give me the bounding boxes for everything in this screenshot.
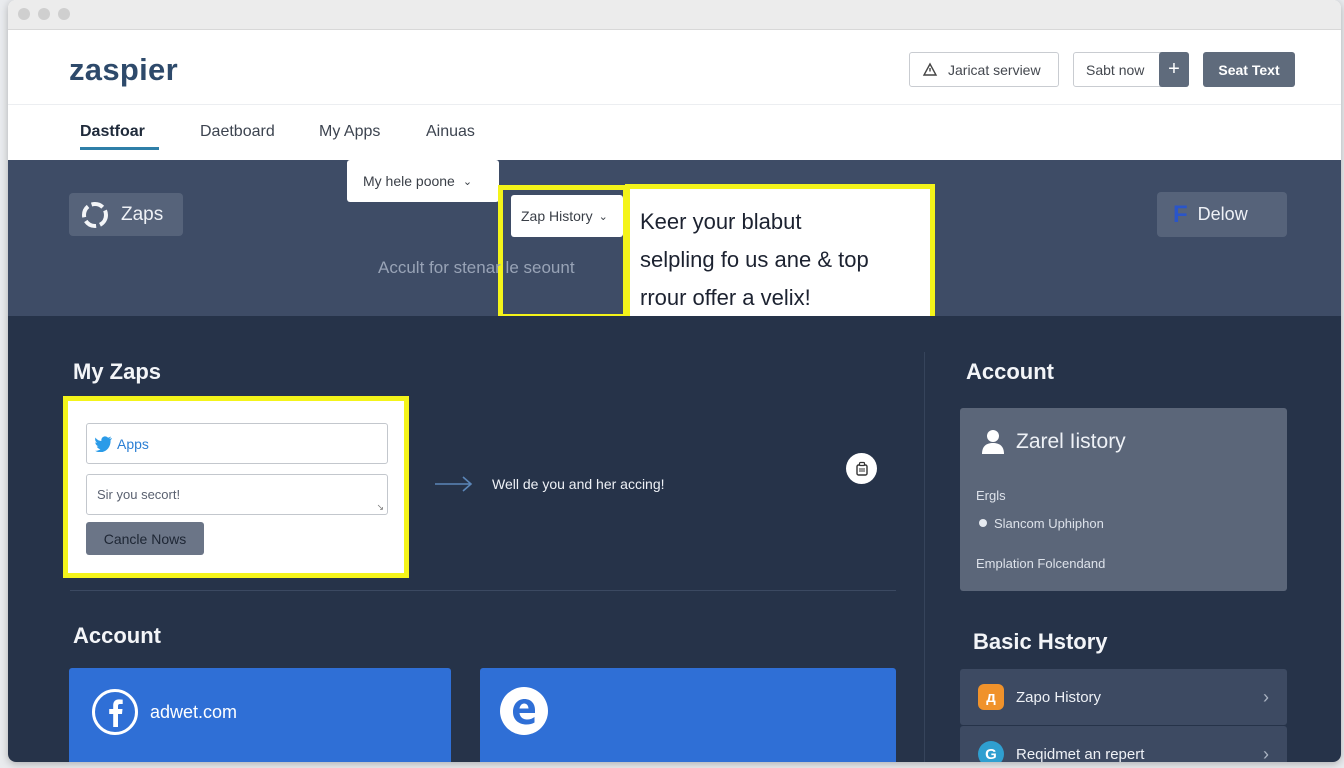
main-content: My Zaps Apps Sir you secort! ↘ Cancle No… <box>8 316 1341 762</box>
phone-dropdown[interactable]: My hele poone ⌄ <box>347 160 499 202</box>
start-now-label: Sabt now <box>1086 61 1145 78</box>
zaps-ring-icon <box>82 201 108 228</box>
add-button[interactable]: + <box>1159 52 1189 87</box>
seat-text-label: Seat Text <box>1218 61 1280 78</box>
basic-history-title: Basic Hstory <box>973 629 1108 654</box>
history-row-label: Zapo History <box>1016 688 1102 706</box>
zap-form-card: Apps Sir you secort! ↘ Cancle Nows <box>63 396 409 578</box>
edge-account-card[interactable] <box>480 668 896 762</box>
my-zaps-title: My Zaps <box>73 359 162 384</box>
resize-handle-icon: ↘ <box>376 502 384 512</box>
zap-history-label: Zap History <box>521 208 593 224</box>
account-summary-card: Zarel Iistory Ergls Slancom Uphiphon Emp… <box>960 408 1287 591</box>
zap-icon: д <box>978 684 1004 710</box>
column-divider <box>924 352 925 762</box>
cancel-now-button[interactable]: Cancle Nows <box>86 522 204 555</box>
flow-message: Well de you and her accing! <box>492 476 665 492</box>
account-line-2: Slancom Uphiphon <box>994 516 1104 531</box>
deflow-button[interactable]: F Delow <box>1157 192 1287 237</box>
zaps-label: Zaps <box>121 203 164 225</box>
phone-dropdown-label: My hele poone <box>363 173 455 189</box>
copy-icon <box>855 461 868 476</box>
history-row-report[interactable]: G Reqidmet an repert › <box>960 726 1287 762</box>
copy-button[interactable] <box>846 453 877 484</box>
app-logo[interactable]: zaspier <box>69 52 178 88</box>
warning-icon <box>922 62 938 76</box>
account-card-title: Zarel Iistory <box>1016 430 1126 453</box>
tooltip-line: selpling fo us ane & top <box>640 247 869 272</box>
tab-ainuas[interactable]: Ainuas <box>426 123 475 141</box>
active-tab-indicator <box>80 147 159 150</box>
g-icon: G <box>978 741 1004 762</box>
service-button[interactable]: Jaricat serview <box>909 52 1059 87</box>
account-side-title: Account <box>966 359 1054 384</box>
user-icon <box>982 430 1004 454</box>
twitter-bird-icon <box>95 435 112 452</box>
callout-tooltip: Keer your blabut selpling fo us ane & to… <box>625 184 935 326</box>
bullet-icon <box>979 519 987 527</box>
tab-dastfoar[interactable]: Dastfoar <box>80 123 145 141</box>
app-header: zaspier Jaricat serview Sabt now + Seat … <box>8 30 1341 104</box>
account-line-1: Ergls <box>976 488 1006 503</box>
apps-input[interactable]: Apps <box>86 423 388 464</box>
tooltip-line: Keer your blabut <box>640 209 802 234</box>
zap-history-dropdown[interactable]: Zap History ⌄ <box>511 195 623 237</box>
f-logo-icon: F <box>1173 200 1188 228</box>
facebook-icon <box>92 689 138 735</box>
nav-tabs: Dastfoar Daetboard My Apps Ainuas <box>8 104 1341 160</box>
tooltip-line: rrour offer a velix! <box>640 285 811 310</box>
edge-icon <box>500 687 548 735</box>
seat-text-button[interactable]: Seat Text <box>1203 52 1295 87</box>
tab-daetboard[interactable]: Daetboard <box>200 123 275 141</box>
plus-icon: + <box>1168 58 1180 80</box>
window-minimize-dot[interactable] <box>38 8 50 20</box>
arrow-right-icon <box>435 476 473 492</box>
history-row-label: Reqidmet an repert <box>1016 745 1145 763</box>
title-bar <box>8 0 1341 30</box>
deflow-label: Delow <box>1197 204 1248 224</box>
chevron-right-icon: › <box>1263 743 1269 763</box>
window-close-dot[interactable] <box>18 8 30 20</box>
cancel-now-label: Cancle Nows <box>103 530 187 547</box>
browser-window: zaspier Jaricat serview Sabt now + Seat … <box>8 0 1341 762</box>
zaps-button[interactable]: Zaps <box>69 193 183 236</box>
account-title: Account <box>73 623 161 648</box>
apps-input-value: Apps <box>117 435 149 452</box>
section-divider <box>70 590 896 591</box>
tab-my-apps[interactable]: My Apps <box>319 123 380 141</box>
chevron-right-icon: › <box>1263 686 1269 707</box>
window-maximize-dot[interactable] <box>58 8 70 20</box>
account-line-3: Emplation Folcendand <box>976 556 1106 571</box>
banner-subtitle: Accult for stenar le seount <box>378 258 575 277</box>
history-row-zap[interactable]: д Zapo History › <box>960 669 1287 725</box>
textarea-placeholder: Sir you secort! <box>97 487 181 502</box>
service-button-label: Jaricat serview <box>948 61 1041 78</box>
chevron-down-icon: ⌄ <box>598 210 608 223</box>
facebook-account-card[interactable]: adwet.com <box>69 668 451 762</box>
secret-textarea[interactable]: Sir you secort! ↘ <box>86 474 388 515</box>
facebook-account-label: adwet.com <box>150 702 238 722</box>
chevron-down-icon: ⌄ <box>462 175 473 188</box>
hero-banner: Zaps My hele poone ⌄ Zap History ⌄ Accul… <box>8 160 1341 326</box>
